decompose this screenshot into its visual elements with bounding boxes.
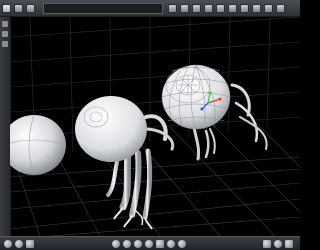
3d-viewport[interactable] xyxy=(2,16,300,237)
eyeball-with-tentacles[interactable] xyxy=(75,96,175,230)
pose-icon[interactable] xyxy=(240,4,249,13)
home-icon[interactable] xyxy=(166,239,175,248)
view-front-icon[interactable] xyxy=(2,21,8,27)
bottom-toolbar xyxy=(0,236,300,250)
render-controls xyxy=(263,239,296,248)
material-icon[interactable] xyxy=(228,4,237,13)
select-icon[interactable] xyxy=(2,3,11,13)
settings-icon[interactable] xyxy=(274,239,282,248)
top-toolbar xyxy=(0,0,300,17)
orbit-icon[interactable] xyxy=(144,239,153,248)
viewport-canvas[interactable] xyxy=(2,16,300,237)
light-icon[interactable] xyxy=(177,239,186,248)
eyeball-plain[interactable] xyxy=(2,114,67,176)
play-icon[interactable] xyxy=(4,239,12,248)
render-icon[interactable] xyxy=(263,239,271,248)
view-side-icon[interactable] xyxy=(2,41,8,47)
toolbar-icon-group xyxy=(168,4,288,13)
layout-icon[interactable] xyxy=(285,239,293,248)
record-icon[interactable] xyxy=(15,239,23,248)
settings-icon[interactable] xyxy=(264,4,273,13)
zoom-icon[interactable] xyxy=(122,239,131,248)
modeling-app-window xyxy=(0,0,300,250)
morph-icon[interactable] xyxy=(252,4,261,13)
camera-controls xyxy=(111,239,189,248)
move-icon[interactable] xyxy=(14,3,23,13)
scene-name-field[interactable] xyxy=(43,3,163,14)
camera-icon[interactable] xyxy=(111,239,120,248)
camera-icon[interactable] xyxy=(180,4,189,13)
rotate-icon[interactable] xyxy=(26,3,35,13)
eyeball-wireframe-selected[interactable] xyxy=(161,64,268,161)
view-top-icon[interactable] xyxy=(2,31,8,37)
render-icon[interactable] xyxy=(204,4,213,13)
frame-icon[interactable] xyxy=(155,239,164,248)
keyframe-icon[interactable] xyxy=(26,239,34,248)
playback-controls xyxy=(4,239,37,248)
pan-icon[interactable] xyxy=(133,239,142,248)
light-icon[interactable] xyxy=(192,4,201,13)
grid-icon[interactable] xyxy=(216,4,225,13)
display-icon[interactable] xyxy=(276,4,285,13)
scale-icon[interactable] xyxy=(168,4,177,13)
